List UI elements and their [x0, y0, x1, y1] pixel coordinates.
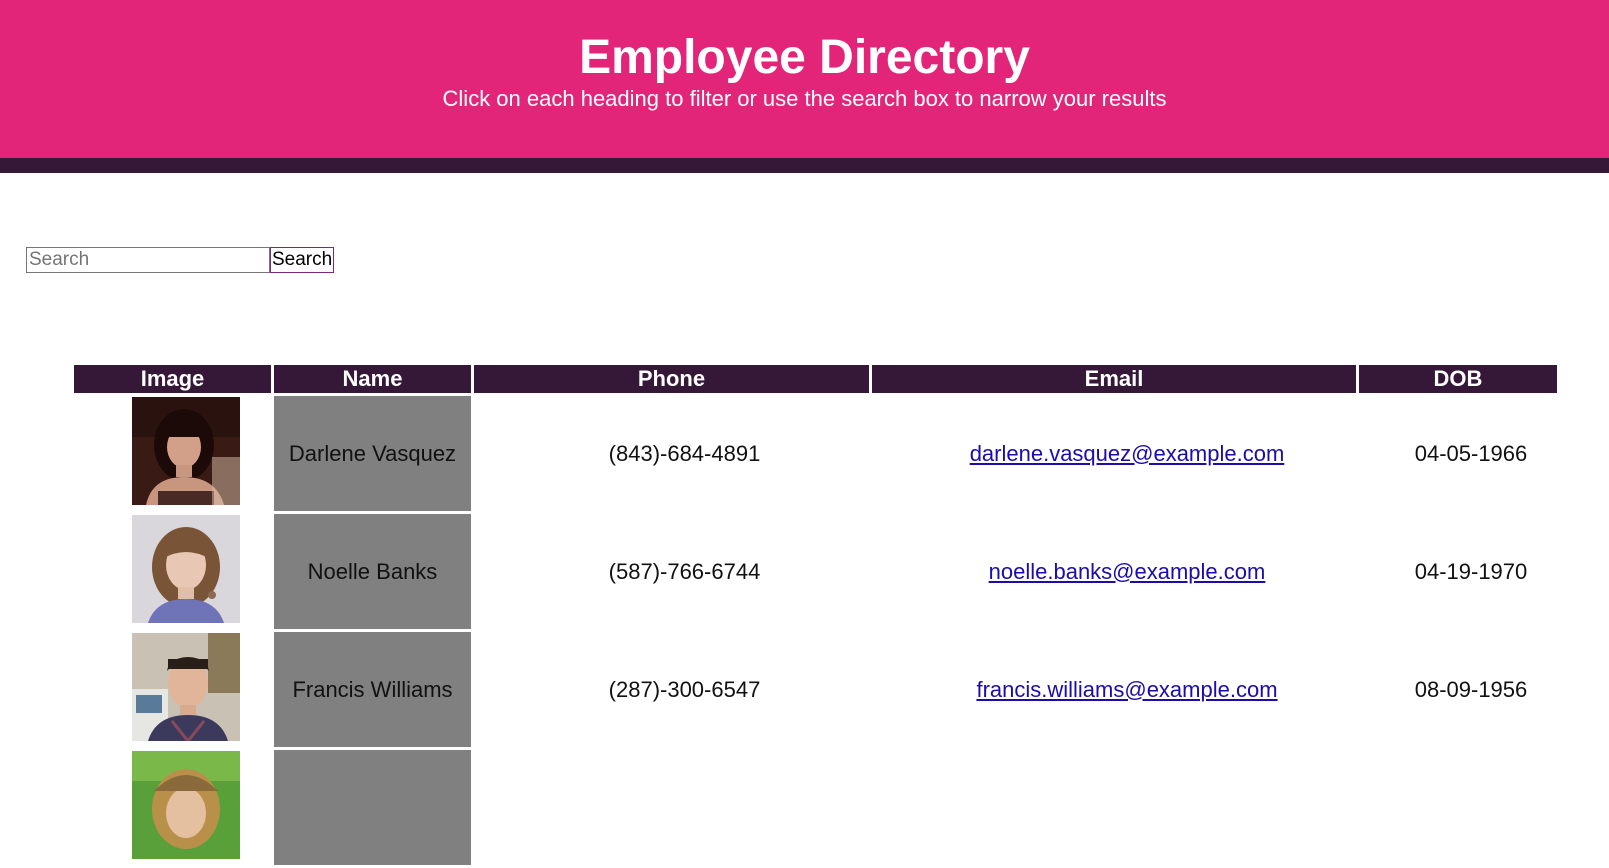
search-button[interactable]: Search — [270, 247, 335, 273]
employee-photo — [131, 515, 240, 623]
employee-table: Image Name Phone Email DOB Darlene Vasqu… — [71, 362, 1560, 868]
search-input[interactable] — [26, 247, 270, 273]
page-subtitle: Click on each heading to filter or use t… — [442, 86, 1167, 111]
image-cell — [74, 514, 271, 629]
dob-cell: 08-09-1956 — [1414, 676, 1528, 702]
email-cell: darlene.vasquez@example.com — [872, 396, 1356, 511]
image-cell — [74, 632, 271, 747]
dob-cell: 04-19-1970 — [1414, 558, 1528, 584]
email-link[interactable]: francis.williams@example.com — [976, 677, 1277, 702]
phone-cell: (287)-300-6547 — [608, 676, 761, 702]
table-header-row: Image Name Phone Email DOB — [74, 365, 1557, 393]
email-cell — [872, 750, 1356, 865]
phone-cell: (587)-766-6744 — [608, 558, 761, 584]
image-cell — [74, 396, 271, 511]
employee-photo — [131, 633, 240, 741]
email-link[interactable]: darlene.vasquez@example.com — [970, 441, 1285, 466]
page-title: Employee Directory — [579, 31, 1030, 84]
email-cell: noelle.banks@example.com — [872, 514, 1356, 629]
table-row — [74, 750, 1557, 865]
table-row: Noelle Banks (587)-766-6744 noelle.banks… — [74, 514, 1557, 629]
name-cell — [274, 750, 471, 865]
search-form: Search — [26, 247, 335, 273]
email-link[interactable]: noelle.banks@example.com — [989, 559, 1266, 584]
table-row: Francis Williams (287)-300-6547 francis.… — [74, 632, 1557, 747]
employee-photo — [131, 751, 240, 859]
header-divider — [0, 158, 1609, 173]
column-header-phone[interactable]: Phone — [474, 365, 869, 393]
email-cell: francis.williams@example.com — [872, 632, 1356, 747]
phone-cell — [474, 750, 869, 865]
phone-cell: (843)-684-4891 — [608, 440, 761, 466]
image-cell — [74, 750, 271, 865]
dob-cell — [1359, 750, 1557, 865]
employee-photo — [131, 397, 240, 505]
column-header-name[interactable]: Name — [274, 365, 471, 393]
table-row: Darlene Vasquez (843)-684-4891 darlene.v… — [74, 396, 1557, 511]
name-cell: Darlene Vasquez — [274, 396, 471, 511]
column-header-dob[interactable]: DOB — [1359, 365, 1557, 393]
column-header-email[interactable]: Email — [872, 365, 1356, 393]
page-header: Employee Directory Click on each heading… — [0, 0, 1609, 158]
name-cell: Noelle Banks — [274, 514, 471, 629]
dob-cell: 04-05-1966 — [1414, 440, 1528, 466]
name-cell: Francis Williams — [274, 632, 471, 747]
column-header-image[interactable]: Image — [74, 365, 271, 393]
